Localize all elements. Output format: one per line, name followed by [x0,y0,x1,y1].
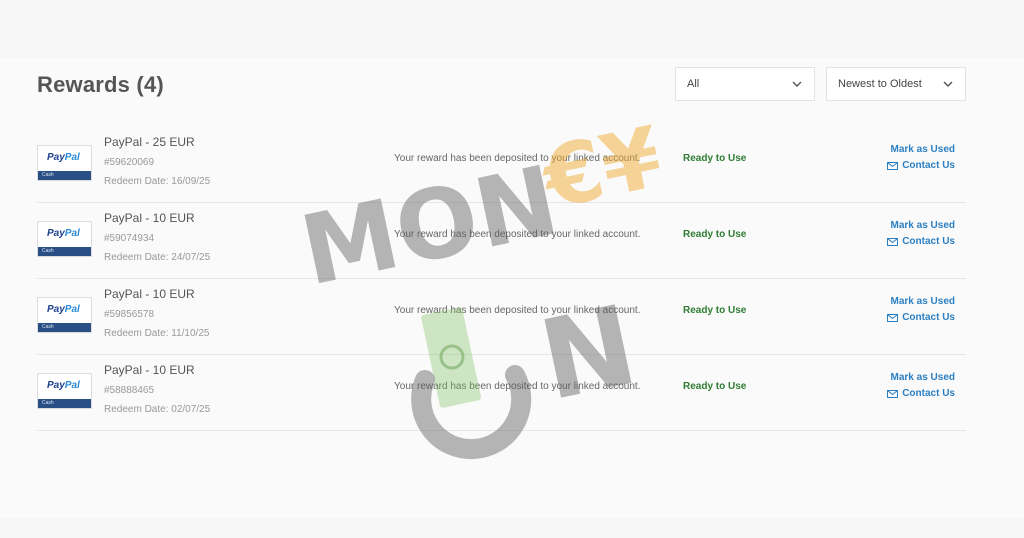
status-badge: Ready to Use [683,229,747,240]
chevron-down-icon [792,81,802,87]
status-badge: Ready to Use [683,305,747,316]
envelope-icon [887,389,899,398]
reward-row: PayPal Cash PayPal - 10 EUR #59074934 Re… [37,202,966,279]
contact-us-link[interactable]: Contact Us [887,312,955,323]
reward-row: PayPal Cash PayPal - 25 EUR #59620069 Re… [37,126,966,203]
reward-code: #58888465 [104,385,155,396]
paypal-logo: PayPal Cash [37,145,92,181]
envelope-icon [887,237,899,246]
status-badge: Ready to Use [683,153,747,164]
reward-message: Your reward has been deposited to your l… [394,305,641,316]
reward-message: Your reward has been deposited to your l… [394,229,641,240]
type-filter-select[interactable]: All [675,67,815,101]
paypal-logo: PayPal Cash [37,373,92,409]
reward-name: PayPal - 10 EUR [104,363,195,377]
reward-code: #59856578 [104,309,155,320]
reward-message: Your reward has been deposited to your l… [394,381,641,392]
redeem-date: Redeem Date: 24/07/25 [104,252,211,263]
reward-name: PayPal - 10 EUR [104,287,195,301]
contact-us-link[interactable]: Contact Us [887,388,955,399]
mark-as-used-link[interactable]: Mark as Used [891,372,955,383]
contact-us-link[interactable]: Contact Us [887,236,955,247]
reward-code: #59074934 [104,233,155,244]
mark-as-used-link[interactable]: Mark as Used [891,296,955,307]
reward-name: PayPal - 10 EUR [104,211,195,225]
page-title: Rewards (4) [37,72,164,97]
chevron-down-icon [943,81,953,87]
reward-name: PayPal - 25 EUR [104,135,195,149]
sort-select[interactable]: Newest to Oldest [826,67,966,101]
paypal-logo: PayPal Cash [37,297,92,333]
reward-code: #59620069 [104,157,155,168]
contact-us-link[interactable]: Contact Us [887,160,955,171]
type-filter-value: All [687,78,700,90]
envelope-icon [887,161,899,170]
reward-message: Your reward has been deposited to your l… [394,153,641,164]
reward-row: PayPal Cash PayPal - 10 EUR #58888465 Re… [37,354,966,431]
paypal-logo: PayPal Cash [37,221,92,257]
reward-row: PayPal Cash PayPal - 10 EUR #59856578 Re… [37,278,966,355]
redeem-date: Redeem Date: 16/09/25 [104,176,211,187]
redeem-date: Redeem Date: 11/10/25 [104,328,210,339]
envelope-icon [887,313,899,322]
sort-value: Newest to Oldest [838,78,922,90]
mark-as-used-link[interactable]: Mark as Used [891,144,955,155]
mark-as-used-link[interactable]: Mark as Used [891,220,955,231]
status-badge: Ready to Use [683,381,747,392]
redeem-date: Redeem Date: 02/07/25 [104,404,211,415]
